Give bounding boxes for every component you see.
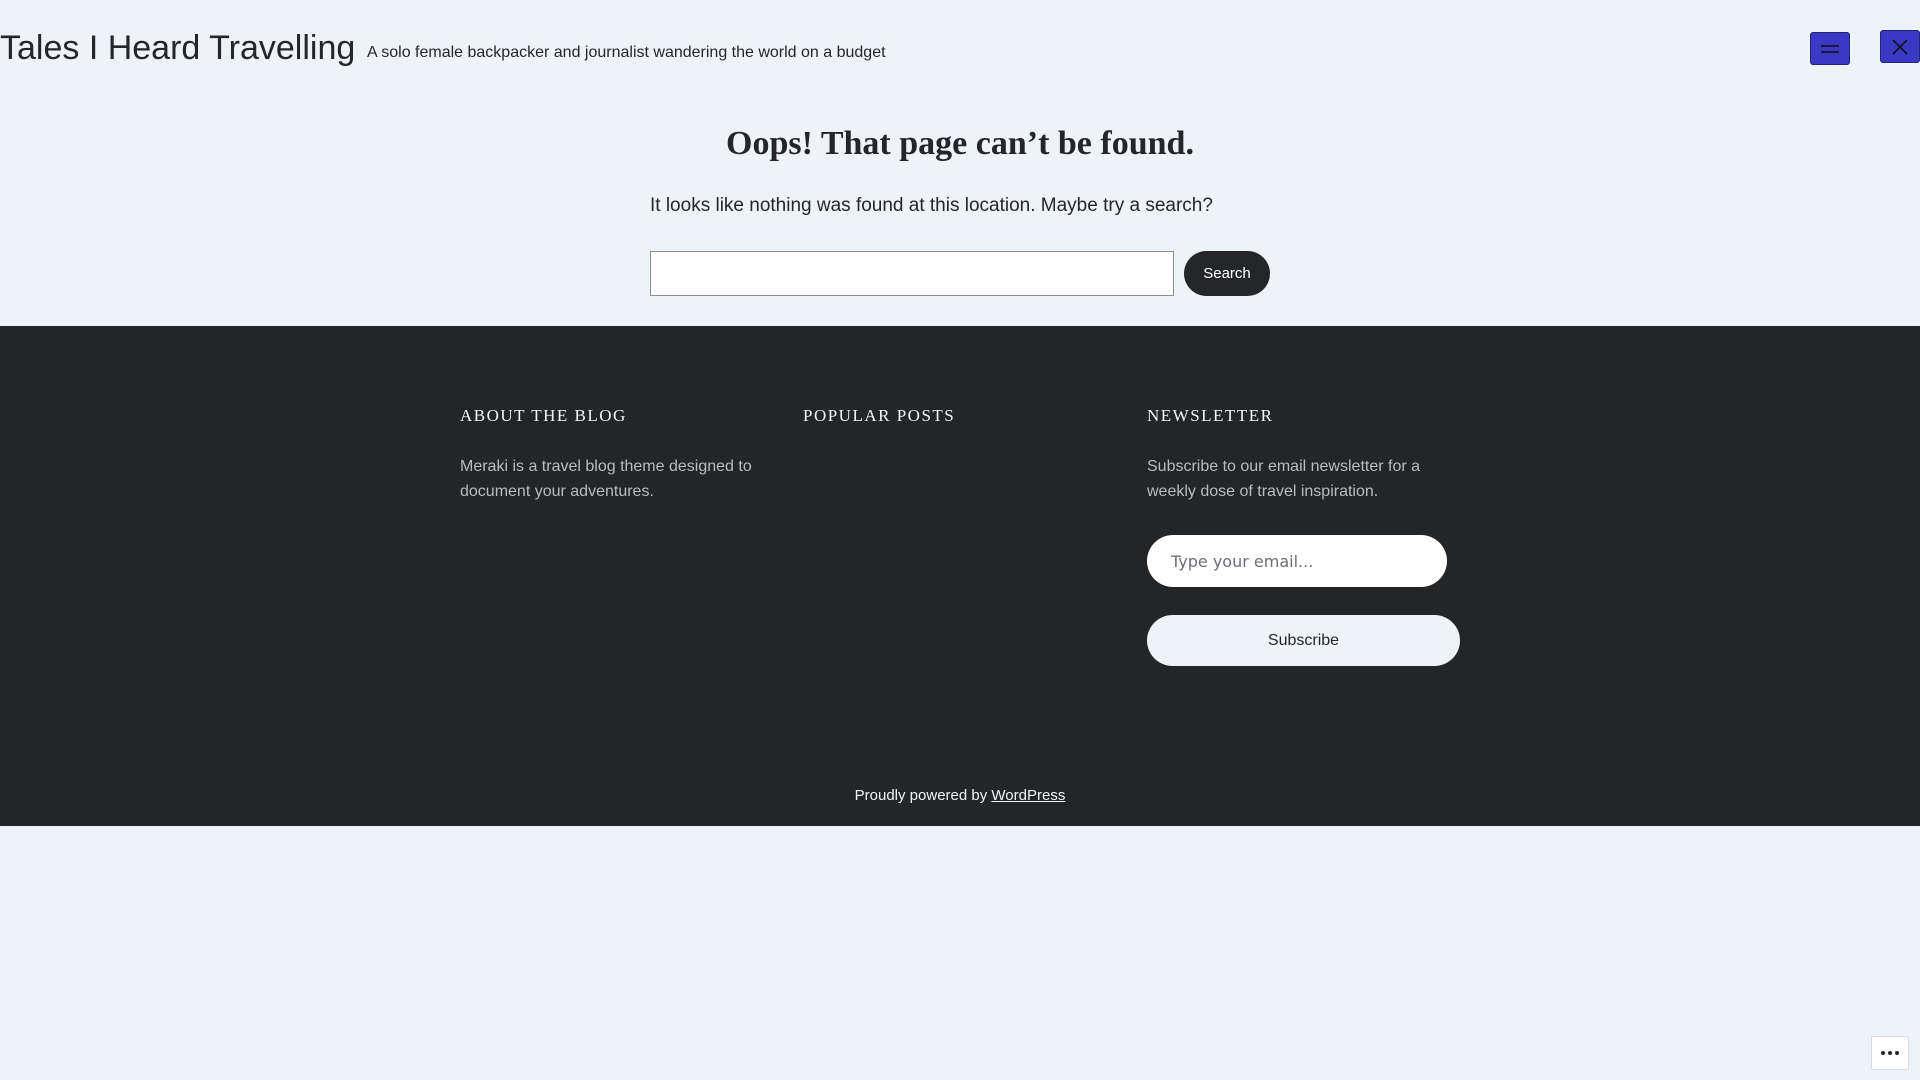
search-input[interactable] [650,251,1174,296]
newsletter-email-input[interactable] [1147,535,1447,587]
newsletter-text: Subscribe to our email newsletter for a … [1147,458,1421,500]
wordpress-link[interactable]: WordPress [991,787,1065,804]
page: Tales I Heard Travelling A solo female b… [0,0,1920,1080]
ellipsis-icon [1881,1051,1899,1055]
menu-toggle-button[interactable] [1810,32,1850,65]
subscribe-button[interactable]: Subscribe [1147,615,1460,666]
page-title: Oops! That page can’t be found. [726,125,1194,162]
site-title[interactable]: Tales I Heard Travelling [0,28,355,68]
search-button[interactable]: Search [1184,251,1270,296]
not-found-message: It looks like nothing was found at this … [650,195,1213,216]
more-options-button[interactable] [1871,1036,1909,1070]
close-icon [1892,38,1908,55]
close-menu-button[interactable] [1880,30,1920,63]
site-footer: ABOUT THE BLOG Meraki is a travel blog t… [0,326,1920,826]
credit-prefix: Proudly powered by [854,787,988,804]
about-text: Meraki is a travel blog theme designed t… [460,458,752,500]
about-heading: ABOUT THE BLOG [460,406,627,425]
site-tagline: A solo female backpacker and journalist … [367,44,886,61]
newsletter-heading: NEWSLETTER [1147,406,1274,425]
hamburger-icon [1821,44,1839,53]
footer-credit: Proudly powered by WordPress [0,786,1920,806]
popular-posts-heading: POPULAR POSTS [803,406,956,425]
